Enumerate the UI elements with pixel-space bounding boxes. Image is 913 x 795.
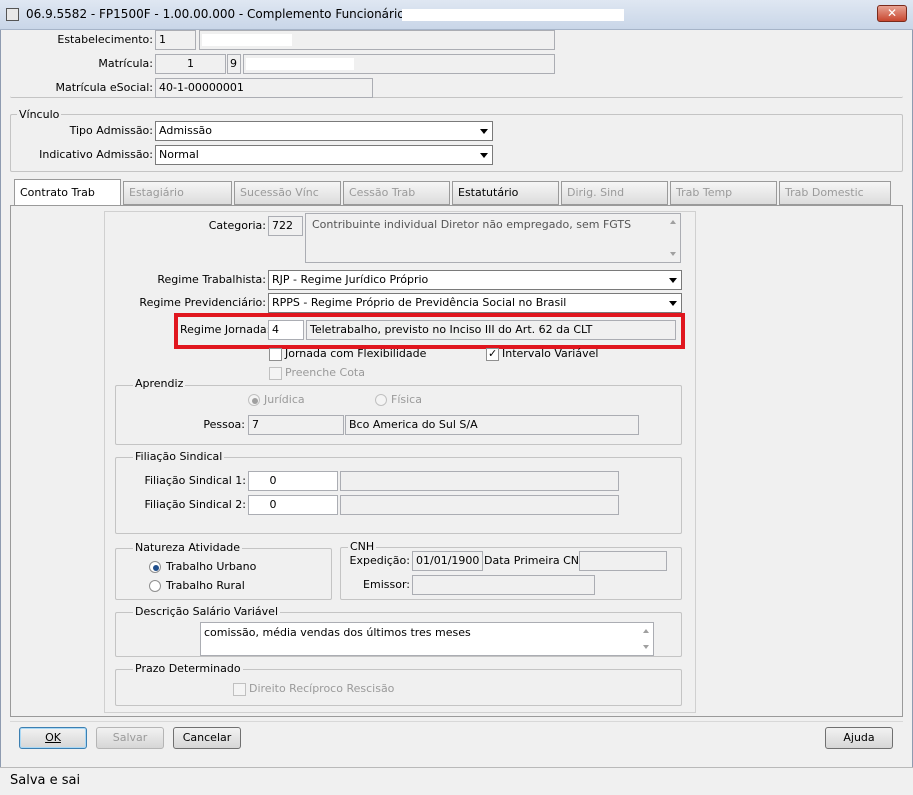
intervalo-variavel-checkbox[interactable]: ✓ bbox=[486, 347, 499, 361]
natureza-legend: Natureza Atividade bbox=[133, 541, 243, 555]
salario-scrollbar[interactable] bbox=[640, 623, 653, 655]
ok-button[interactable]: OK bbox=[19, 727, 87, 749]
urbano-label: Trabalho Urbano bbox=[166, 560, 257, 573]
vinculo-legend: Vínculo bbox=[17, 108, 62, 122]
categoria-scrollbar[interactable] bbox=[666, 214, 680, 262]
filiacao-legend: Filiação Sindical bbox=[133, 450, 225, 464]
tipo-admissao-label: Tipo Admissão: bbox=[69, 124, 153, 137]
rural-radio[interactable] bbox=[149, 580, 161, 592]
prazo-legend: Prazo Determinado bbox=[133, 662, 243, 676]
matricula-field[interactable]: 1 bbox=[155, 54, 226, 74]
status-bar: Salva e sai bbox=[0, 767, 913, 795]
pessoa-label: Pessoa: bbox=[203, 418, 245, 431]
indicativo-admissao-select[interactable]: Normal bbox=[155, 145, 493, 165]
sindical2-field[interactable]: 0 bbox=[248, 495, 338, 515]
fisica-radio[interactable] bbox=[375, 394, 387, 406]
indicativo-admissao-value: Normal bbox=[159, 148, 199, 161]
categoria-desc-field: Contribuinte individual Diretor não empr… bbox=[305, 213, 681, 263]
preenche-cota-checkbox[interactable] bbox=[269, 367, 282, 380]
tab-trab-temp[interactable]: Trab Temp bbox=[670, 181, 777, 205]
salario-textarea[interactable]: comissão, média vendas dos últimos tres … bbox=[200, 622, 654, 656]
direito-reciproco-checkbox[interactable] bbox=[233, 683, 246, 696]
jornada-flex-checkbox[interactable] bbox=[269, 348, 282, 361]
primeira-cnh-label: Data Primeira CNH: bbox=[484, 554, 591, 567]
categoria-label: Categoria: bbox=[208, 219, 266, 232]
regime-previdenciario-select[interactable]: RPPS - Regime Próprio de Previdência Soc… bbox=[268, 293, 682, 313]
juridica-label: Jurídica bbox=[264, 393, 305, 406]
scroll-down-icon bbox=[670, 252, 676, 256]
expedicao-field[interactable]: 01/01/1900 bbox=[412, 551, 483, 571]
categoria-code-field[interactable]: 722 bbox=[268, 216, 303, 236]
window-title: 06.9.5582 - FP1500F - 1.00.00.000 - Comp… bbox=[26, 7, 464, 21]
sindical2-desc-field bbox=[340, 495, 619, 515]
juridica-radio[interactable] bbox=[248, 394, 260, 406]
sindical1-field[interactable]: 0 bbox=[248, 471, 338, 491]
regime-previdenciario-value: RPPS - Regime Próprio de Previdência Soc… bbox=[272, 296, 567, 309]
intervalo-variavel-label: Intervalo Variável bbox=[502, 347, 599, 360]
redacted-name bbox=[402, 9, 624, 21]
estabelecimento-label: Estabelecimento: bbox=[57, 33, 153, 46]
scroll-down-icon bbox=[643, 645, 649, 649]
fisica-label: Física bbox=[391, 393, 422, 406]
tab-estagiario[interactable]: Estagiário bbox=[123, 181, 232, 205]
close-button[interactable]: ✕ bbox=[877, 5, 907, 22]
tab-cessao-trab[interactable]: Cessão Trab bbox=[343, 181, 450, 205]
funcionario-name-field bbox=[243, 54, 555, 74]
jornada-flex-label: Jornada com Flexibilidade bbox=[285, 347, 427, 360]
tipo-admissao-value: Admissão bbox=[159, 124, 213, 137]
emissor-field[interactable] bbox=[412, 575, 595, 595]
tipo-admissao-select[interactable]: Admissão bbox=[155, 121, 493, 141]
pessoa-name-field: Bco America do Sul S/A bbox=[345, 415, 639, 435]
matricula-label: Matrícula: bbox=[98, 57, 153, 70]
regime-jornada-code-field[interactable]: 4 bbox=[268, 320, 304, 340]
regime-trabalhista-value: RJP - Regime Jurídico Próprio bbox=[272, 273, 429, 286]
direito-reciproco-label: Direito Recíproco Rescisão bbox=[249, 682, 395, 695]
status-text: Salva e sai bbox=[10, 773, 81, 788]
aprendiz-legend: Aprendiz bbox=[133, 377, 186, 391]
regime-jornada-label: Regime Jornada: bbox=[180, 323, 271, 336]
indicativo-admissao-label: Indicativo Admissão: bbox=[39, 148, 153, 161]
ajuda-button[interactable]: Ajuda bbox=[825, 727, 893, 749]
tab-sucessao-vinc[interactable]: Sucessão Vínc bbox=[234, 181, 341, 205]
salario-legend: Descrição Salário Variável bbox=[133, 605, 280, 619]
matricula-esocial-label: Matrícula eSocial: bbox=[55, 81, 153, 94]
salvar-button[interactable]: Salvar bbox=[96, 727, 164, 749]
window-icon bbox=[6, 8, 19, 21]
tab-contrato-trab[interactable]: Contrato Trab bbox=[14, 179, 121, 205]
regime-previdenciario-label: Regime Previdenciário: bbox=[139, 296, 266, 309]
scroll-up-icon bbox=[670, 220, 676, 224]
tab-dirig-sind[interactable]: Dirig. Sind bbox=[561, 181, 668, 205]
chevron-down-icon bbox=[480, 153, 488, 158]
matricula-digit-field: 9 bbox=[227, 54, 241, 74]
sindical2-label: Filiação Sindical 2: bbox=[144, 498, 246, 511]
estabelecimento-name-field bbox=[199, 30, 555, 50]
regime-jornada-desc-field: Teletrabalho, previsto no Inciso III do … bbox=[306, 320, 676, 340]
scroll-up-icon bbox=[643, 629, 649, 633]
chevron-down-icon bbox=[480, 129, 488, 134]
pessoa-code-field[interactable]: 7 bbox=[248, 415, 344, 435]
sindical1-desc-field bbox=[340, 471, 619, 491]
preenche-cota-label: Preenche Cota bbox=[285, 366, 365, 379]
chevron-down-icon bbox=[669, 278, 677, 283]
primeira-cnh-field[interactable] bbox=[579, 551, 667, 571]
cancelar-button[interactable]: Cancelar bbox=[173, 727, 241, 749]
sindical1-label: Filiação Sindical 1: bbox=[144, 474, 246, 487]
tab-estatutario[interactable]: Estatutário bbox=[452, 181, 559, 205]
chevron-down-icon bbox=[669, 301, 677, 306]
expedicao-label: Expedição: bbox=[349, 554, 410, 567]
button-bar-divider bbox=[10, 721, 903, 722]
matricula-esocial-field: 40-1-00000001 bbox=[155, 78, 373, 98]
rural-label: Trabalho Rural bbox=[166, 579, 245, 592]
check-icon: ✓ bbox=[488, 347, 498, 360]
tab-trab-domestic[interactable]: Trab Domestic bbox=[779, 181, 891, 205]
estabelecimento-field[interactable]: 1 bbox=[155, 30, 196, 50]
regime-trabalhista-label: Regime Trabalhista: bbox=[157, 273, 266, 286]
urbano-radio[interactable] bbox=[149, 561, 161, 573]
emissor-label: Emissor: bbox=[363, 578, 410, 591]
regime-trabalhista-select[interactable]: RJP - Regime Jurídico Próprio bbox=[268, 270, 682, 290]
